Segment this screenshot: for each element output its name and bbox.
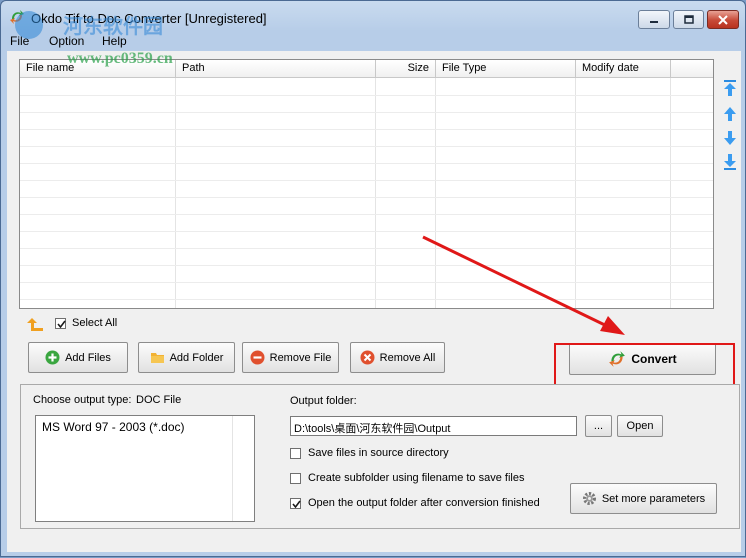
add-files-label: Add Files [65, 351, 111, 364]
save-in-source-label: Save files in source directory [308, 447, 449, 459]
column-file-name[interactable]: File name [20, 60, 176, 77]
set-more-parameters-label: Set more parameters [601, 492, 706, 505]
column-extra [671, 60, 713, 77]
output-type-list[interactable]: MS Word 97 - 2003 (*.doc) [35, 415, 255, 522]
grid-line [20, 95, 713, 96]
output-type-label: Choose output type: [33, 394, 132, 406]
move-bottom-icon[interactable] [722, 153, 738, 171]
menu-file[interactable]: File [10, 34, 29, 48]
app-logo-icon [10, 10, 24, 24]
minus-circle-icon [250, 350, 265, 365]
minimize-icon [650, 20, 658, 23]
move-up-icon[interactable] [722, 105, 738, 123]
grid-line [20, 299, 713, 300]
add-folder-label: Add Folder [169, 351, 224, 364]
checkmark-icon [292, 500, 301, 509]
close-button[interactable] [707, 10, 739, 29]
create-subfolder-checkbox[interactable] [290, 473, 301, 484]
app-window: Okdo Tif to Doc Converter [Unregistered]… [0, 0, 746, 557]
add-folder-button[interactable]: Add Folder [138, 342, 235, 373]
grid-line [20, 231, 713, 232]
column-path[interactable]: Path [176, 60, 376, 77]
grid-line [20, 282, 713, 283]
select-all-label: Select All [72, 317, 118, 329]
create-subfolder-label: Create subfolder using filename to save … [308, 472, 525, 484]
grid-line [20, 146, 713, 147]
grid-line [20, 214, 713, 215]
main-panel: File name Path Size File Type Modify dat… [7, 51, 741, 552]
remove-file-button[interactable]: Remove File [242, 342, 339, 373]
list-divider [232, 416, 233, 521]
output-settings-panel: Choose output type: DOC File MS Word 97 … [20, 384, 740, 529]
maximize-button[interactable] [673, 10, 704, 29]
remove-all-label: Remove All [379, 351, 436, 364]
set-more-parameters-button[interactable]: Set more parameters [570, 483, 717, 514]
list-item[interactable]: MS Word 97 - 2003 (*.doc) [42, 420, 185, 434]
grid-line [20, 163, 713, 164]
checkmark-icon [57, 320, 66, 329]
grid-line [20, 265, 713, 266]
x-circle-icon [360, 350, 375, 365]
move-top-icon[interactable] [722, 79, 738, 97]
grid-line [20, 180, 713, 181]
close-icon [718, 14, 728, 25]
folder-icon [150, 353, 164, 363]
column-modify-date[interactable]: Modify date [576, 60, 671, 77]
open-output-folder-checkbox[interactable] [290, 498, 301, 509]
menu-bar: File Option Help [5, 33, 741, 51]
select-all-checkbox[interactable] [55, 318, 66, 329]
browse-button[interactable]: ... [585, 415, 612, 437]
open-output-folder-label: Open the output folder after conversion … [308, 497, 540, 509]
gear-icon [582, 492, 596, 505]
convert-highlight-box [554, 343, 735, 387]
add-files-button[interactable]: Add Files [28, 342, 128, 373]
grid-line [20, 112, 713, 113]
grid-line [20, 248, 713, 249]
open-folder-button[interactable]: Open [617, 415, 663, 437]
plus-circle-icon [45, 350, 60, 365]
grid-line [20, 197, 713, 198]
remove-all-button[interactable]: Remove All [350, 342, 445, 373]
save-in-source-checkbox[interactable] [290, 448, 301, 459]
menu-help[interactable]: Help [102, 34, 127, 48]
output-folder-label: Output folder: [290, 395, 357, 407]
title-bar[interactable]: Okdo Tif to Doc Converter [Unregistered] [1, 1, 745, 33]
menu-option[interactable]: Option [49, 34, 84, 48]
maximize-icon [683, 15, 694, 24]
table-header: File name Path Size File Type Modify dat… [20, 60, 713, 78]
remove-file-label: Remove File [269, 351, 332, 364]
file-list-table[interactable]: File name Path Size File Type Modify dat… [19, 59, 714, 309]
column-size[interactable]: Size [376, 60, 436, 77]
window-title: Okdo Tif to Doc Converter [Unregistered] [31, 11, 267, 26]
output-type-value: DOC File [136, 394, 182, 406]
minimize-button[interactable] [638, 10, 670, 29]
column-file-type[interactable]: File Type [436, 60, 576, 77]
move-down-icon[interactable] [722, 129, 738, 147]
grid-line [20, 129, 713, 130]
parent-folder-up-icon[interactable] [27, 316, 45, 332]
output-folder-input[interactable]: D:\tools\桌面\河东软件园\Output [290, 416, 577, 436]
